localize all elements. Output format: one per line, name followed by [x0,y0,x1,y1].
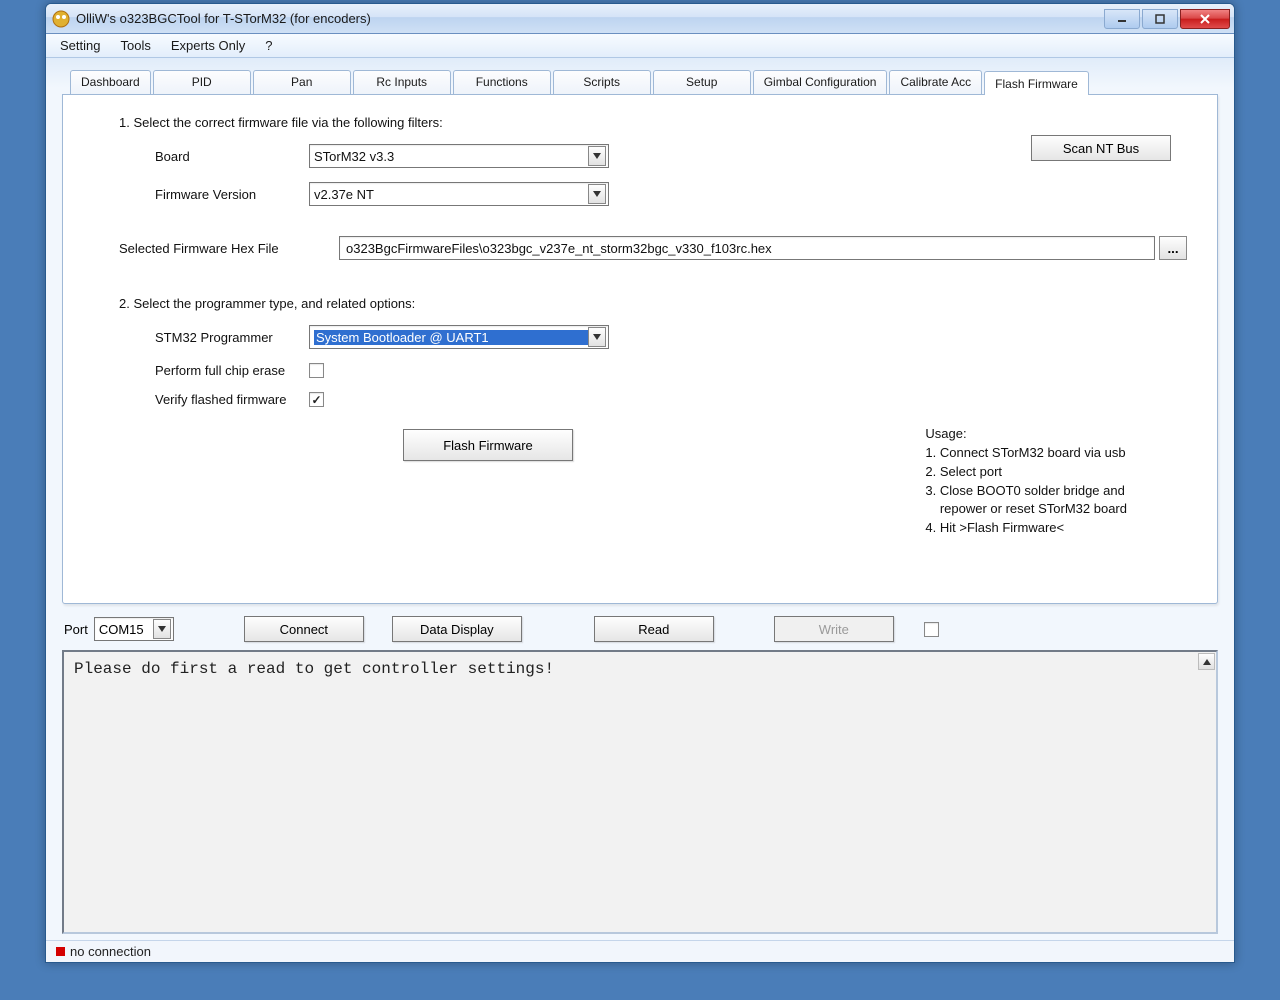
chevron-down-icon[interactable] [588,327,606,347]
flash-firmware-button[interactable]: Flash Firmware [403,429,573,461]
verify-label: Verify flashed firmware [119,392,309,407]
tab-scripts[interactable]: Scripts [553,70,651,94]
status-indicator-icon [56,947,65,956]
app-window: OlliW's o323BGCTool for T-STorM32 (for e… [45,3,1235,963]
menu-experts-only[interactable]: Experts Only [161,34,255,57]
board-combo[interactable]: STorM32 v3.3 [309,144,609,168]
app-icon [52,10,70,28]
statusbar: no connection [46,940,1234,962]
scan-nt-bus-button[interactable]: Scan NT Bus [1031,135,1171,161]
usage-line-3b: repower or reset STorM32 board [925,500,1127,519]
window-title: OlliW's o323BGCTool for T-STorM32 (for e… [76,11,1102,26]
verify-checkbox[interactable] [309,392,324,407]
client-area: Dashboard PID Pan Rc Inputs Functions Sc… [46,58,1234,940]
firmware-version-value: v2.37e NT [314,187,588,202]
board-label: Board [119,149,309,164]
write-checkbox[interactable] [924,622,939,637]
port-label: Port [64,622,88,637]
usage-line-2: 2. Select port [925,463,1127,482]
programmer-value: System Bootloader @ UART1 [314,330,588,345]
read-button[interactable]: Read [594,616,714,642]
status-text: no connection [70,944,151,959]
board-combo-value: STorM32 v3.3 [314,149,588,164]
section1-heading: 1. Select the correct firmware file via … [119,115,1187,130]
port-value: COM15 [99,622,153,637]
usage-text: Usage: 1. Connect STorM32 board via usb … [925,425,1127,538]
console-text: Please do first a read to get controller… [74,660,1206,678]
chevron-down-icon[interactable] [153,619,171,639]
menu-setting[interactable]: Setting [50,34,110,57]
fwver-label: Firmware Version [119,187,309,202]
hex-file-input[interactable] [339,236,1155,260]
firmware-version-combo[interactable]: v2.37e NT [309,182,609,206]
titlebar[interactable]: OlliW's o323BGCTool for T-STorM32 (for e… [46,4,1234,34]
usage-line-1: 1. Connect STorM32 board via usb [925,444,1127,463]
scroll-up-icon[interactable] [1198,653,1215,670]
browse-button[interactable]: ... [1159,236,1187,260]
tab-pid[interactable]: PID [153,70,251,94]
tab-calibrate-acc[interactable]: Calibrate Acc [889,70,982,94]
tab-panel-flash: Scan NT Bus 1. Select the correct firmwa… [62,94,1218,604]
usage-line-4: 4. Hit >Flash Firmware< [925,519,1127,538]
tab-gimbal-configuration[interactable]: Gimbal Configuration [753,70,888,94]
usage-head: Usage: [925,425,1127,444]
tab-functions[interactable]: Functions [453,70,551,94]
tab-setup[interactable]: Setup [653,70,751,94]
connect-button[interactable]: Connect [244,616,364,642]
hex-file-label: Selected Firmware Hex File [119,241,339,256]
port-combo[interactable]: COM15 [94,617,174,641]
usage-line-3: 3. Close BOOT0 solder bridge and [925,482,1127,501]
menu-help[interactable]: ? [255,34,282,57]
bottom-controls: Port COM15 Connect Data Display Read Wri… [62,616,1218,642]
erase-label: Perform full chip erase [119,363,309,378]
menu-tools[interactable]: Tools [110,34,160,57]
chevron-down-icon[interactable] [588,146,606,166]
tab-rc-inputs[interactable]: Rc Inputs [353,70,451,94]
section2-heading: 2. Select the programmer type, and relat… [119,296,1187,311]
data-display-button[interactable]: Data Display [392,616,522,642]
programmer-combo[interactable]: System Bootloader @ UART1 [309,325,609,349]
tab-flash-firmware[interactable]: Flash Firmware [984,71,1089,95]
programmer-label: STM32 Programmer [119,330,309,345]
console-output[interactable]: Please do first a read to get controller… [62,650,1218,934]
chevron-down-icon[interactable] [588,184,606,204]
tab-pan[interactable]: Pan [253,70,351,94]
maximize-button[interactable] [1142,9,1178,29]
menubar: Setting Tools Experts Only ? [46,34,1234,58]
tabs-row: Dashboard PID Pan Rc Inputs Functions Sc… [70,70,1218,94]
minimize-button[interactable] [1104,9,1140,29]
erase-checkbox[interactable] [309,363,324,378]
close-button[interactable] [1180,9,1230,29]
tab-dashboard[interactable]: Dashboard [70,70,151,94]
write-button: Write [774,616,894,642]
